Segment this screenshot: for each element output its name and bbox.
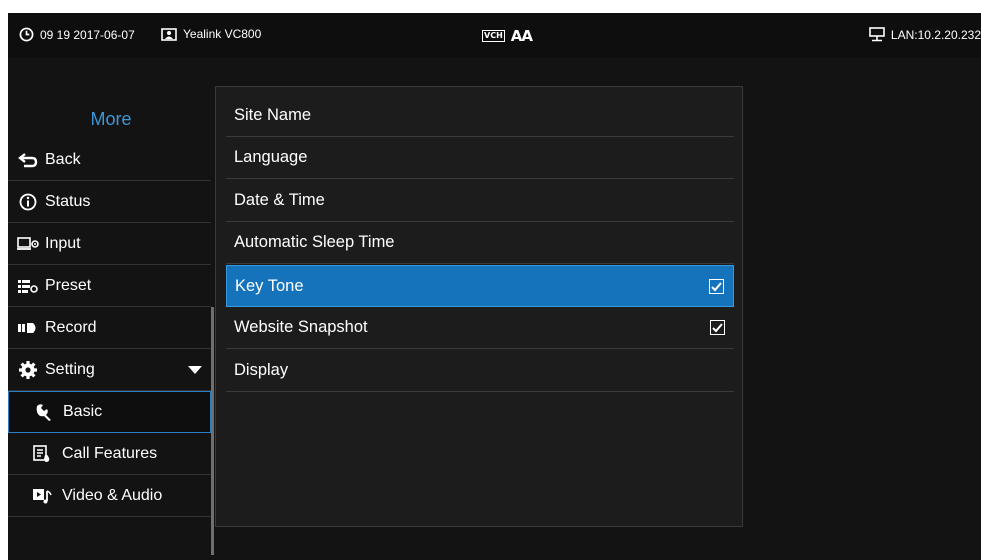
key-tone-checkbox[interactable] <box>709 279 724 294</box>
sidebar-item-label: Video & Audio <box>62 486 163 504</box>
font-size-icon: AA <box>510 27 533 45</box>
device-name: Yealink VC800 <box>161 27 261 41</box>
sidebar-item-input[interactable]: Input <box>8 223 211 265</box>
video-audio-icon <box>32 485 54 507</box>
setting-row-language[interactable]: Language <box>226 137 734 179</box>
sidebar-item-label: Preset <box>45 276 92 294</box>
setting-label: Display <box>234 361 289 379</box>
device-name-text: Yealink VC800 <box>183 27 262 41</box>
sidebar: More Back Status Input Preset Record Set… <box>8 99 214 555</box>
sidebar-item-record[interactable]: Record <box>8 307 211 349</box>
setting-label: Site Name <box>234 106 312 124</box>
setting-label: Key Tone <box>235 276 304 295</box>
wrench-icon <box>33 401 55 423</box>
input-icon <box>17 233 39 255</box>
screen: 09 19 2017-06-07 Yealink VC800 VCH AA LA… <box>8 13 981 560</box>
sidebar-title: More <box>90 109 132 129</box>
back-arrow-icon <box>17 149 39 171</box>
preset-icon <box>17 275 39 297</box>
setting-row-key-tone[interactable]: Key Tone <box>226 265 734 307</box>
network-icon <box>869 27 885 42</box>
vch-icon: VCH <box>482 30 505 42</box>
setting-label: Date & Time <box>234 191 325 209</box>
sidebar-item-label: Back <box>45 150 81 168</box>
setting-label: Automatic Sleep Time <box>234 233 395 251</box>
gear-icon <box>17 359 39 381</box>
record-icon <box>17 317 39 339</box>
settings-panel: Site Name Language Date & Time Automatic… <box>215 86 743 527</box>
setting-row-display[interactable]: Display <box>226 350 734 392</box>
setting-row-date-time[interactable]: Date & Time <box>226 180 734 222</box>
call-features-icon <box>32 443 54 465</box>
sidebar-item-label: Input <box>45 234 81 252</box>
sidebar-item-setting[interactable]: Setting <box>8 349 211 391</box>
website-snapshot-checkbox[interactable] <box>710 320 725 335</box>
setting-row-automatic-sleep-time[interactable]: Automatic Sleep Time <box>226 222 734 264</box>
contact-card-icon <box>161 27 177 41</box>
setting-row-site-name[interactable]: Site Name <box>226 95 734 137</box>
sidebar-item-label: Record <box>45 318 97 336</box>
sidebar-item-basic[interactable]: Basic <box>8 391 211 433</box>
sidebar-item-label: Setting <box>45 360 95 378</box>
sidebar-item-back[interactable]: Back <box>8 139 211 181</box>
lan-address: LAN:10.2.20.232 <box>890 27 981 42</box>
setting-row-website-snapshot[interactable]: Website Snapshot <box>226 307 734 349</box>
sidebar-item-label: Call Features <box>62 444 158 462</box>
sidebar-scrollbar[interactable] <box>211 307 214 555</box>
clock-icon <box>19 27 34 42</box>
lan-status: LAN:10.2.20.232 <box>869 27 981 42</box>
sidebar-item-call-features[interactable]: Call Features <box>8 433 211 475</box>
setting-label: Language <box>234 148 308 166</box>
checkmark-icon <box>711 281 722 291</box>
sidebar-item-status[interactable]: Status <box>8 181 211 223</box>
setting-label: Website Snapshot <box>234 318 368 336</box>
caret-down-icon <box>188 361 202 379</box>
info-icon <box>17 191 39 213</box>
checkmark-icon <box>712 322 723 332</box>
sidebar-item-label: Basic <box>63 403 103 420</box>
sidebar-item-label: Status <box>45 192 91 210</box>
status-indicators: VCH AA <box>482 27 533 45</box>
datetime-display: 09 19 2017-06-07 <box>19 27 135 42</box>
sidebar-item-video-audio[interactable]: Video & Audio <box>8 475 211 517</box>
datetime-text: 09 19 2017-06-07 <box>40 27 135 42</box>
sidebar-item-preset[interactable]: Preset <box>8 265 211 307</box>
status-bar: 09 19 2017-06-07 Yealink VC800 VCH AA LA… <box>8 13 981 58</box>
